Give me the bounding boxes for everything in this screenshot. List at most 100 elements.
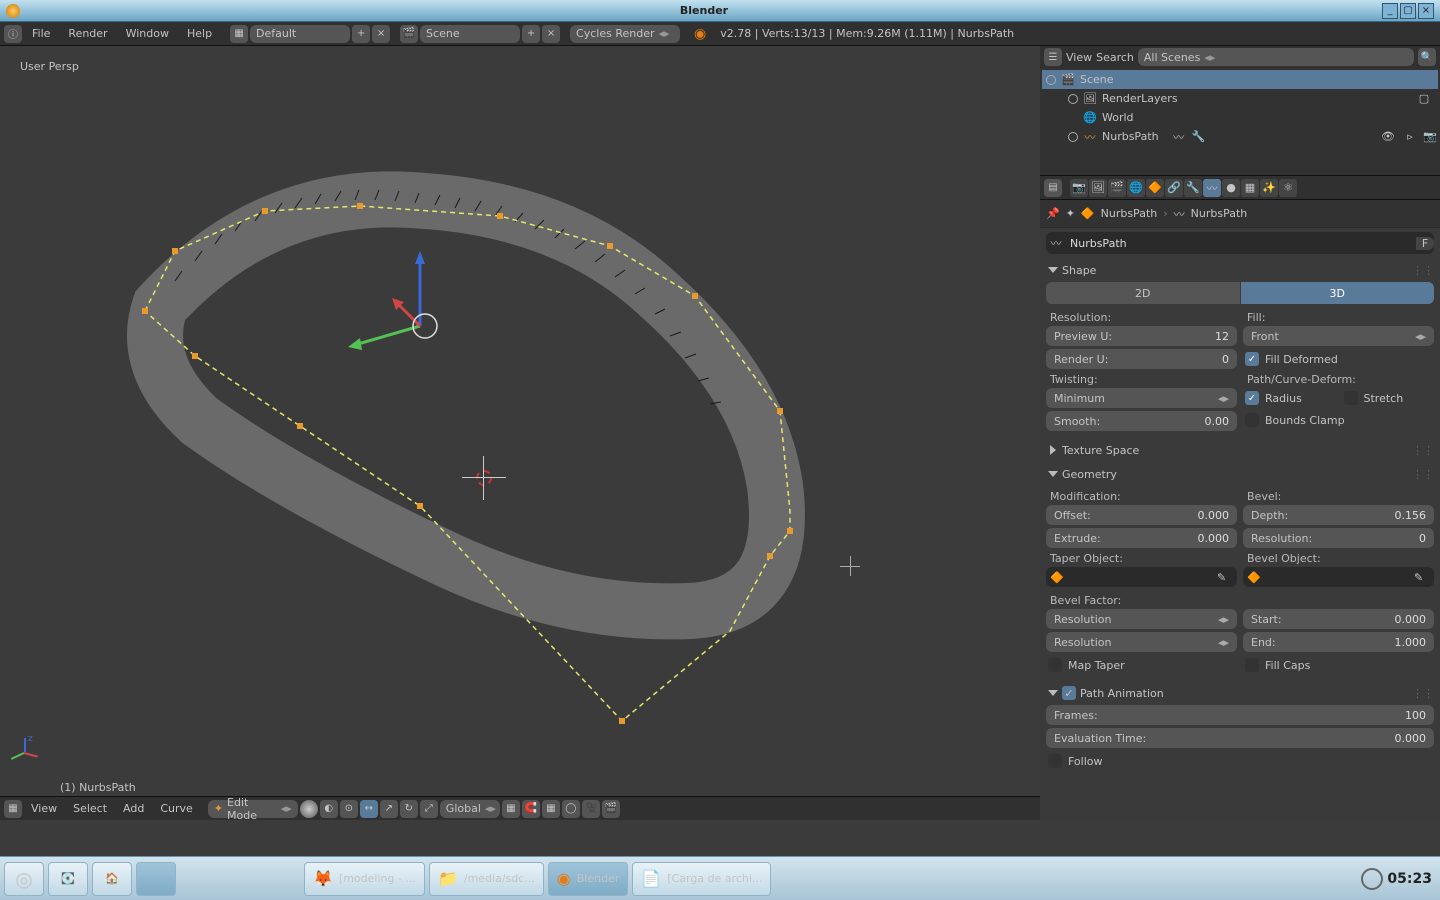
proportional-icon[interactable]: ◯ bbox=[562, 800, 580, 818]
preview-u-field[interactable]: Preview U:12 bbox=[1046, 326, 1237, 346]
snap-icon[interactable]: 🧲 bbox=[522, 800, 540, 818]
scene-add-button[interactable]: + bbox=[522, 25, 540, 43]
expand-icon[interactable] bbox=[1068, 132, 1078, 142]
selectable-icon[interactable]: ▹ bbox=[1402, 129, 1418, 145]
properties-editor-icon[interactable]: ▤ bbox=[1044, 179, 1062, 197]
task-writer[interactable]: 📄[Carga de archi... bbox=[632, 862, 771, 896]
layout-add-button[interactable]: + bbox=[352, 25, 370, 43]
outliner-filter-dropdown[interactable]: All Scenes◂▸ bbox=[1138, 48, 1414, 66]
outliner-view-menu[interactable]: View bbox=[1066, 51, 1092, 64]
x-axis-arrow[interactable] bbox=[398, 304, 420, 326]
shading-sphere-icon[interactable] bbox=[300, 800, 318, 818]
expand-icon[interactable] bbox=[1046, 75, 1056, 85]
taper-object-field[interactable]: 🔶✎ bbox=[1046, 567, 1237, 587]
disk-icon[interactable]: 💽 bbox=[48, 862, 88, 896]
menu-window[interactable]: Window bbox=[118, 25, 177, 42]
outliner-row-world[interactable]: 🌐 World bbox=[1042, 108, 1438, 127]
scene-dropdown[interactable]: Scene bbox=[420, 25, 520, 43]
screen-layout-dropdown[interactable]: Default bbox=[250, 25, 350, 43]
map-taper-check[interactable]: Map Taper bbox=[1046, 655, 1237, 675]
tab-object-data[interactable]: 〰 bbox=[1203, 179, 1221, 197]
breadcrumb-object[interactable]: NurbsPath bbox=[1101, 207, 1158, 220]
layout-remove-button[interactable]: × bbox=[372, 25, 390, 43]
menu-help[interactable]: Help bbox=[179, 25, 220, 42]
tab-texture[interactable]: ▦ bbox=[1241, 179, 1259, 197]
start-menu-button[interactable]: ◎ bbox=[4, 862, 44, 896]
fill-deformed-check[interactable]: ✓Fill Deformed bbox=[1243, 349, 1434, 369]
panel-texture-space-header[interactable]: Texture Space⋮⋮ bbox=[1046, 440, 1434, 460]
manipulator-translate[interactable]: ↗ bbox=[380, 800, 398, 818]
tab-constraints[interactable]: 🔗 bbox=[1165, 179, 1183, 197]
bevel-end-field[interactable]: End:1.000 bbox=[1243, 632, 1434, 652]
smooth-field[interactable]: Smooth:0.00 bbox=[1046, 411, 1237, 431]
bevel-depth-field[interactable]: Depth:0.156 bbox=[1243, 505, 1434, 525]
scene-icon[interactable]: 🎬 bbox=[400, 25, 418, 43]
fill-caps-check[interactable]: Fill Caps bbox=[1243, 655, 1434, 675]
shape-3d-button[interactable]: 3D bbox=[1241, 282, 1435, 304]
shape-2d-button[interactable]: 2D bbox=[1046, 282, 1241, 304]
expand-icon[interactable] bbox=[1068, 94, 1078, 104]
orientation-dropdown[interactable]: Global◂▸ bbox=[440, 800, 500, 818]
panel-shape-header[interactable]: Shape⋮⋮ bbox=[1046, 260, 1434, 280]
outliner-editor-icon[interactable]: ☰ bbox=[1044, 48, 1062, 66]
evaluation-time-field[interactable]: Evaluation Time:0.000 bbox=[1046, 728, 1434, 748]
vp-menu-view[interactable]: View bbox=[24, 800, 64, 817]
breadcrumb-data[interactable]: NurbsPath bbox=[1191, 207, 1248, 220]
pivot-icon[interactable]: ⊙ bbox=[340, 800, 358, 818]
visibility-icon[interactable]: 👁 bbox=[1380, 129, 1396, 145]
offset-field[interactable]: Offset:0.000 bbox=[1046, 505, 1237, 525]
extrude-field[interactable]: Extrude:0.000 bbox=[1046, 528, 1237, 548]
pin-icon[interactable]: 📌 bbox=[1046, 207, 1060, 220]
fake-user-button[interactable]: F bbox=[1416, 237, 1434, 250]
tab-object[interactable]: 🔶 bbox=[1146, 179, 1164, 197]
tab-render[interactable]: 📷 bbox=[1070, 179, 1088, 197]
panel-geometry-header[interactable]: Geometry⋮⋮ bbox=[1046, 464, 1434, 484]
bounds-clamp-check[interactable]: Bounds Clamp bbox=[1243, 410, 1434, 430]
tab-scene[interactable]: 🎬 bbox=[1108, 179, 1126, 197]
mode-dropdown[interactable]: ✦ Edit Mode ◂▸ bbox=[208, 800, 298, 818]
screen-layout-icon[interactable]: ▦ bbox=[230, 25, 248, 43]
panel-path-animation-header[interactable]: ✓ Path Animation⋮⋮ bbox=[1046, 683, 1434, 703]
task-firefox[interactable]: 🦊[modeling - ... bbox=[304, 862, 425, 896]
fill-mode-dropdown[interactable]: Front◂▸ bbox=[1243, 326, 1434, 346]
3d-viewport[interactable]: User Persp bbox=[0, 46, 1040, 820]
y-axis-arrow[interactable] bbox=[358, 326, 420, 344]
bevel-start-field[interactable]: Start:0.000 bbox=[1243, 609, 1434, 629]
layers-icon[interactable]: ▦ bbox=[502, 800, 520, 818]
tab-world[interactable]: 🌐 bbox=[1127, 179, 1145, 197]
outliner-row-renderlayers[interactable]: 🖼 RenderLayers ▢ bbox=[1042, 89, 1438, 108]
manipulator-scale[interactable]: ⤢ bbox=[420, 800, 438, 818]
snap-mode-icon[interactable]: ▦ bbox=[542, 800, 560, 818]
tab-renderlayers[interactable]: 🖼 bbox=[1089, 179, 1107, 197]
render-u-field[interactable]: Render U:0 bbox=[1046, 349, 1237, 369]
task-filemanager[interactable]: 📁/media/sdc... bbox=[429, 862, 544, 896]
tab-material[interactable]: ● bbox=[1222, 179, 1240, 197]
outliner-search-icon[interactable]: 🔍 bbox=[1418, 48, 1436, 66]
follow-check[interactable]: Follow bbox=[1046, 751, 1434, 771]
bevel-object-field[interactable]: 🔶✎ bbox=[1243, 567, 1434, 587]
editor-type-icon[interactable]: ⓘ bbox=[4, 25, 22, 43]
menu-render[interactable]: Render bbox=[60, 25, 115, 42]
taskbar-clock[interactable]: 05:23 bbox=[1387, 871, 1432, 887]
datablock-name-field[interactable]: 〰 F bbox=[1046, 232, 1434, 254]
render-anim-icon[interactable]: 🎬 bbox=[602, 800, 620, 818]
vp-menu-select[interactable]: Select bbox=[66, 800, 114, 817]
bevel-factor-mode-start[interactable]: Resolution◂▸ bbox=[1046, 609, 1237, 629]
scene-remove-button[interactable]: × bbox=[542, 25, 560, 43]
render-engine-dropdown[interactable]: Cycles Render ◂▸ bbox=[570, 25, 680, 43]
datablock-name-input[interactable] bbox=[1066, 237, 1416, 250]
manipulator-toggle[interactable]: ↔ bbox=[360, 800, 378, 818]
outliner-row-scene[interactable]: 🎬 Scene bbox=[1042, 70, 1438, 89]
tab-physics[interactable]: ⚛ bbox=[1279, 179, 1297, 197]
maximize-button[interactable]: ▢ bbox=[1400, 3, 1416, 19]
twist-mode-dropdown[interactable]: Minimum◂▸ bbox=[1046, 388, 1237, 408]
bevel-factor-mode-end[interactable]: Resolution◂▸ bbox=[1046, 632, 1237, 652]
manipulator-center[interactable] bbox=[413, 314, 437, 338]
exclude-icon[interactable]: ▢ bbox=[1416, 91, 1432, 107]
volume-icon[interactable] bbox=[1361, 868, 1383, 890]
frames-field[interactable]: Frames:100 bbox=[1046, 705, 1434, 725]
manipulator-rotate[interactable]: ↻ bbox=[400, 800, 418, 818]
menu-file[interactable]: File bbox=[24, 25, 58, 42]
show-desktop-button[interactable] bbox=[136, 862, 176, 896]
outliner-row-nurbspath[interactable]: 〰 NurbsPath 〰 🔧 👁 ▹ 📷 bbox=[1042, 127, 1438, 146]
